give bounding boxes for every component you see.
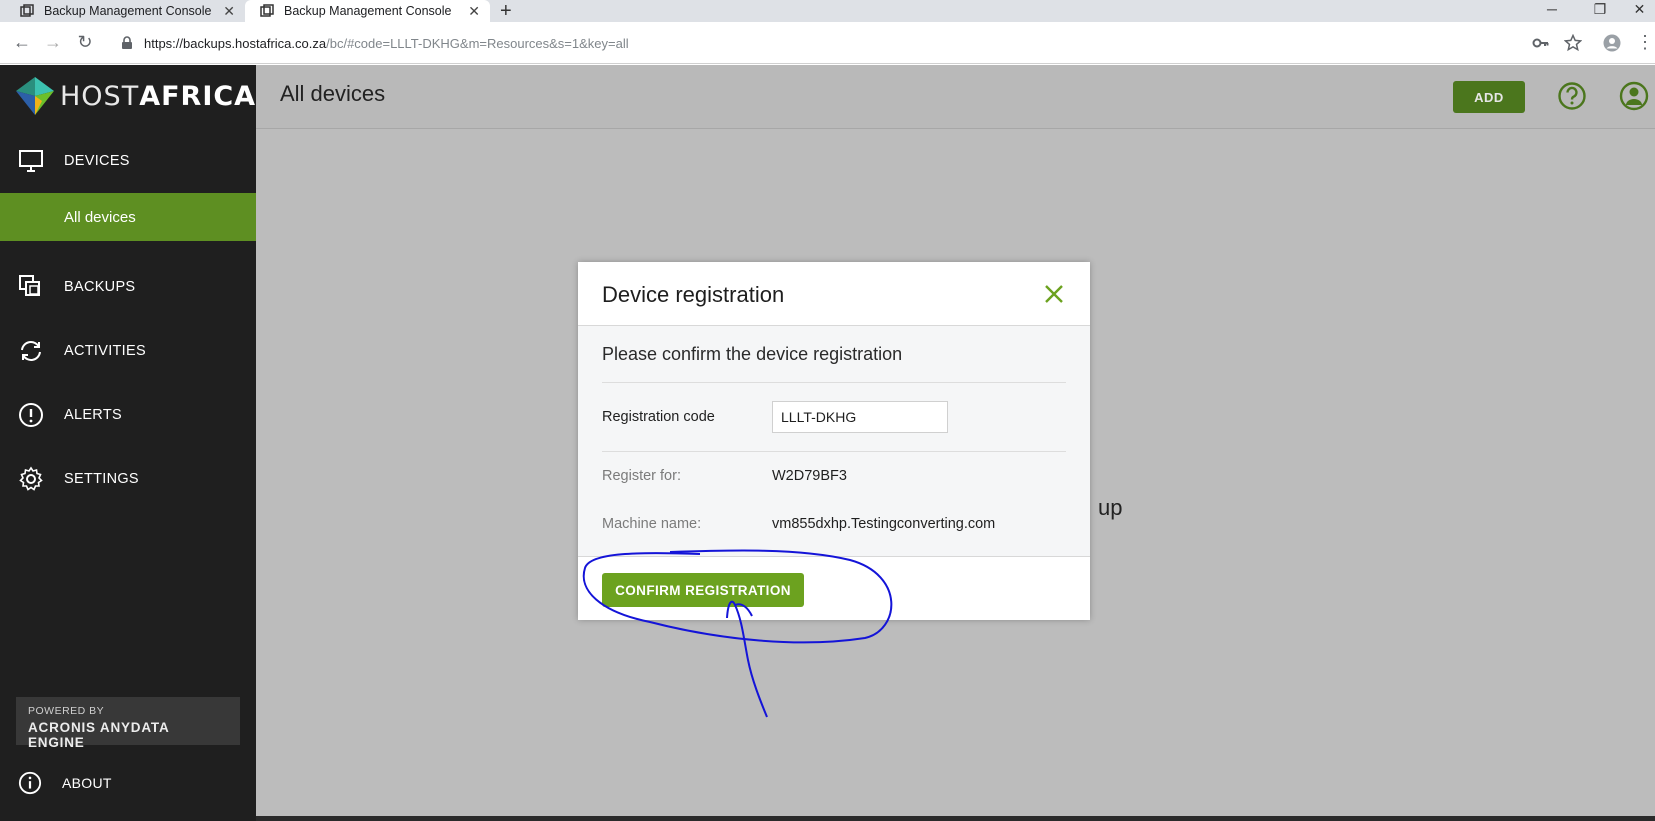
gear-icon	[19, 466, 43, 491]
register-for-row: Register for: W2D79BF3	[602, 452, 1066, 500]
machine-name-value: vm855dxhp.Testingconverting.com	[772, 516, 996, 532]
help-icon[interactable]	[1557, 81, 1587, 111]
sidebar-item-label: BACKUPS	[64, 279, 136, 295]
sidebar-item-label: ABOUT	[62, 775, 112, 791]
new-tab-button[interactable]: +	[500, 0, 512, 22]
sidebar-item-backups[interactable]: BACKUPS	[0, 267, 256, 307]
add-button[interactable]: ADD	[1453, 81, 1525, 113]
star-icon[interactable]	[1564, 34, 1582, 52]
close-icon[interactable]	[1042, 282, 1066, 306]
logo-mark-icon	[16, 77, 54, 115]
window-close-icon[interactable]: ✕	[1624, 0, 1655, 22]
sidebar-item-about[interactable]: ABOUT	[0, 763, 256, 803]
url-field[interactable]: https://backups.hostafrica.co.za/bc/#cod…	[110, 29, 1590, 57]
reload-icon[interactable]: ↻	[75, 32, 95, 52]
user-account-icon[interactable]	[1619, 81, 1649, 111]
url-host: https://backups.hostafrica.co.za	[144, 35, 327, 51]
sidebar-item-settings[interactable]: SETTINGS	[0, 459, 256, 499]
tab-close-icon[interactable]: ✕	[223, 3, 235, 20]
dialog-footer: CONFIRM REGISTRATION	[578, 556, 1090, 620]
url-path: /bc/#code=LLLT-DKHG&m=Resources&s=1&key=…	[326, 35, 629, 51]
lock-icon	[122, 36, 132, 49]
copy-icon	[19, 275, 40, 296]
profile-icon[interactable]	[1603, 34, 1621, 52]
register-for-label: Register for:	[602, 468, 681, 484]
forward-arrow-icon[interactable]: →	[43, 32, 63, 52]
powered-by-label: POWERED BY	[28, 705, 105, 717]
tab-title: Backup Management Console	[44, 4, 212, 18]
logo-text: HOSTAFRICA	[60, 80, 257, 112]
browser-tab[interactable]: Backup Management Console ✕	[0, 0, 245, 22]
console-favicon-icon	[20, 4, 34, 17]
sidebar-item-label: ACTIVITIES	[64, 343, 146, 359]
device-registration-dialog: Device registration Please confirm the d…	[578, 262, 1090, 620]
sidebar-item-alerts[interactable]: ALERTS	[0, 395, 256, 435]
menu-dots-icon[interactable]: ⋮	[1636, 32, 1654, 52]
confirm-message: Please confirm the device registration	[602, 326, 1066, 383]
dialog-title: Device registration	[602, 282, 785, 307]
tab-title: Backup Management Console	[284, 4, 452, 18]
machine-name-row: Machine name: vm855dxhp.Testingconvertin…	[602, 500, 1066, 548]
address-bar: ← → ↻ https://backups.hostafrica.co.za/b…	[0, 22, 1655, 64]
dialog-header: Device registration	[578, 262, 1090, 326]
sidebar-item-label: SETTINGS	[64, 471, 139, 487]
browser-tab-bar: Backup Management Console ✕ Backup Manag…	[0, 0, 1655, 22]
restore-icon[interactable]: ❐	[1580, 0, 1620, 22]
registration-code-input[interactable]	[772, 401, 948, 433]
sidebar-item-devices[interactable]: DEVICES	[0, 141, 256, 181]
sidebar-item-activities[interactable]: ACTIVITIES	[0, 331, 256, 371]
hostafrica-logo[interactable]: HOSTAFRICA	[16, 77, 256, 115]
sidebar-item-label: ALERTS	[64, 407, 122, 423]
page-header: All devices ADD	[256, 65, 1655, 129]
registration-code-label: Registration code	[602, 409, 715, 425]
tab-close-icon[interactable]: ✕	[468, 3, 480, 20]
info-icon	[18, 771, 42, 795]
sidebar-subitem-all-devices[interactable]: All devices	[0, 193, 256, 241]
register-for-value: W2D79BF3	[772, 468, 847, 484]
browser-tab-active[interactable]: Backup Management Console ✕	[245, 0, 490, 22]
engine-name: ACRONIS ANYDATA ENGINE	[28, 720, 169, 750]
dialog-body: Please confirm the device registration R…	[578, 326, 1090, 548]
machine-name-label: Machine name:	[602, 516, 702, 532]
alert-icon	[19, 403, 43, 427]
sidebar-item-label: DEVICES	[64, 153, 130, 169]
registration-code-row: Registration code	[602, 383, 1066, 451]
monitor-icon	[19, 150, 43, 172]
sidebar: HOSTAFRICA DEVICES All devices BACKUPS A…	[0, 65, 256, 821]
sync-icon	[21, 341, 41, 361]
back-arrow-icon[interactable]: ←	[12, 32, 32, 52]
powered-by-badge: POWERED BY ACRONIS ANYDATA ENGINE	[16, 697, 240, 750]
page-title: All devices	[280, 81, 386, 106]
minimize-icon[interactable]: ─	[1532, 0, 1572, 22]
background-empty-text: up	[1098, 495, 1123, 520]
bottom-strip	[256, 816, 1655, 821]
console-favicon-icon	[260, 4, 274, 17]
key-icon[interactable]	[1532, 34, 1550, 52]
confirm-registration-button[interactable]: CONFIRM REGISTRATION	[602, 573, 804, 607]
